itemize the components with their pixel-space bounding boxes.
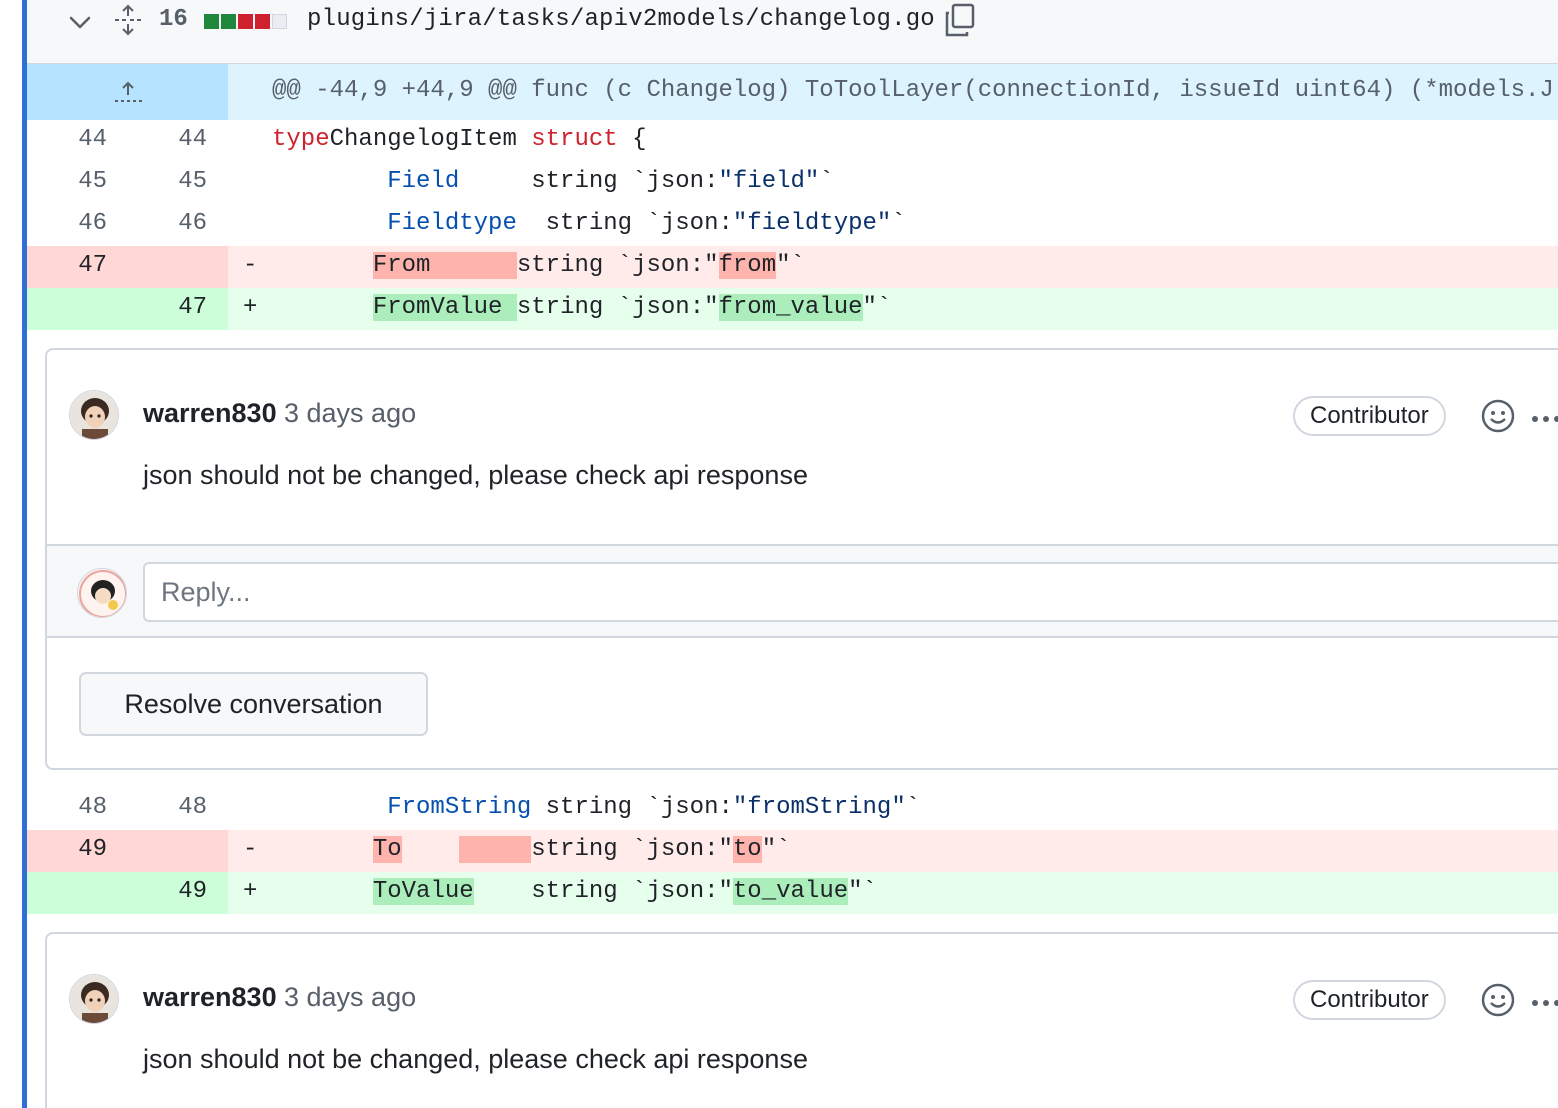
diff-marker: + xyxy=(243,878,258,905)
expand-all-icon[interactable] xyxy=(113,4,143,36)
diff-file: 16 plugins/jira/tasks/apiv2models/change… xyxy=(27,0,1558,1108)
resolve-conversation-button[interactable]: Resolve conversation xyxy=(79,672,428,736)
diff-line: 47 + FromValue string `json:"from_value"` xyxy=(27,288,1558,330)
old-line-number[interactable]: 49 xyxy=(47,836,107,863)
diff-line: 48 48 FromString string `json:"fromString… xyxy=(27,788,1558,830)
add-reaction-icon[interactable] xyxy=(1480,398,1516,434)
hunk-header-text: @@ -44,9 +44,9 @@ func (c Changelog) ToT… xyxy=(272,77,1554,104)
diffstat-square xyxy=(221,14,236,29)
comment-body: json should not be changed, please check… xyxy=(143,1044,808,1074)
diff-line: 47 - From string `json:"from"` xyxy=(27,246,1558,288)
current-user-avatar xyxy=(77,568,127,618)
review-thread: warren830 3 days ago Contributor json sh… xyxy=(45,932,1558,1108)
new-line-number[interactable]: 45 xyxy=(147,168,207,195)
more-options-icon[interactable] xyxy=(1531,411,1558,422)
new-line-number[interactable]: 46 xyxy=(147,210,207,237)
more-options-icon[interactable] xyxy=(1531,995,1558,1006)
old-line-number[interactable]: 44 xyxy=(47,126,107,153)
diff-marker: + xyxy=(243,294,258,321)
diff-line: 45 45 Field string `json:"field"` xyxy=(27,162,1558,204)
comment-timestamp[interactable]: 3 days ago xyxy=(284,398,416,429)
comment-author[interactable]: warren830 xyxy=(143,982,277,1013)
code-text: Fieldtype string `json:"fieldtype"` xyxy=(387,210,906,237)
code-text: From string `json:"from"` xyxy=(372,252,805,279)
copy-icon[interactable] xyxy=(943,2,977,38)
diffstat-square xyxy=(272,14,287,29)
code-text: ToValue string `json:"to_value"` xyxy=(372,878,877,905)
add-reaction-icon[interactable] xyxy=(1480,982,1516,1018)
new-line-number[interactable]: 48 xyxy=(147,794,207,821)
role-badge: Contributor xyxy=(1293,396,1446,436)
old-line-number[interactable]: 48 xyxy=(47,794,107,821)
role-badge: Contributor xyxy=(1293,980,1446,1020)
diffstat-square xyxy=(255,14,270,29)
new-line-number[interactable]: 49 xyxy=(147,878,207,905)
old-line-number[interactable]: 46 xyxy=(47,210,107,237)
changes-count: 16 xyxy=(159,6,188,33)
avatar[interactable] xyxy=(69,390,119,440)
code-text: To string `json:"to"` xyxy=(372,836,791,863)
code-text: Field string `json:"field"` xyxy=(387,168,834,195)
diff-line: 49 - To string `json:"to"` xyxy=(27,830,1558,872)
new-line-number[interactable]: 44 xyxy=(147,126,207,153)
reply-input[interactable] xyxy=(143,562,1558,622)
comment-body: json should not be changed, please check… xyxy=(143,460,808,490)
comment-timestamp[interactable]: 3 days ago xyxy=(284,982,416,1013)
diffstat xyxy=(204,14,287,29)
diff-line: 44 44 typeChangelogItem struct { xyxy=(27,120,1558,162)
code-text: FromValue string `json:"from_value"` xyxy=(372,294,892,321)
hunk-header: @@ -44,9 +44,9 @@ func (c Changelog) ToT… xyxy=(27,64,1558,120)
diffstat-square xyxy=(238,14,253,29)
chevron-down-icon[interactable] xyxy=(67,10,93,36)
diff-marker: - xyxy=(243,836,258,863)
diff-line: 49 + ToValue string `json:"to_value"` xyxy=(27,872,1558,914)
file-path[interactable]: plugins/jira/tasks/apiv2models/changelog… xyxy=(307,6,935,33)
diff-marker: - xyxy=(243,252,258,279)
review-thread: warren830 3 days ago Contributor json sh… xyxy=(45,348,1558,770)
file-header: 16 plugins/jira/tasks/apiv2models/change… xyxy=(27,0,1558,64)
avatar[interactable] xyxy=(69,974,119,1024)
new-line-number[interactable]: 47 xyxy=(147,294,207,321)
expand-up-icon[interactable] xyxy=(27,64,228,120)
old-line-number[interactable]: 45 xyxy=(47,168,107,195)
comment-author[interactable]: warren830 xyxy=(143,398,277,429)
old-line-number[interactable]: 47 xyxy=(47,252,107,279)
code-text: typeChangelogItem struct { xyxy=(272,126,647,153)
reply-area xyxy=(47,544,1558,638)
diffstat-square xyxy=(204,14,219,29)
code-text: FromString string `json:"fromString"` xyxy=(387,794,921,821)
diff-line: 46 46 Fieldtype string `json:"fieldtype"` xyxy=(27,204,1558,246)
